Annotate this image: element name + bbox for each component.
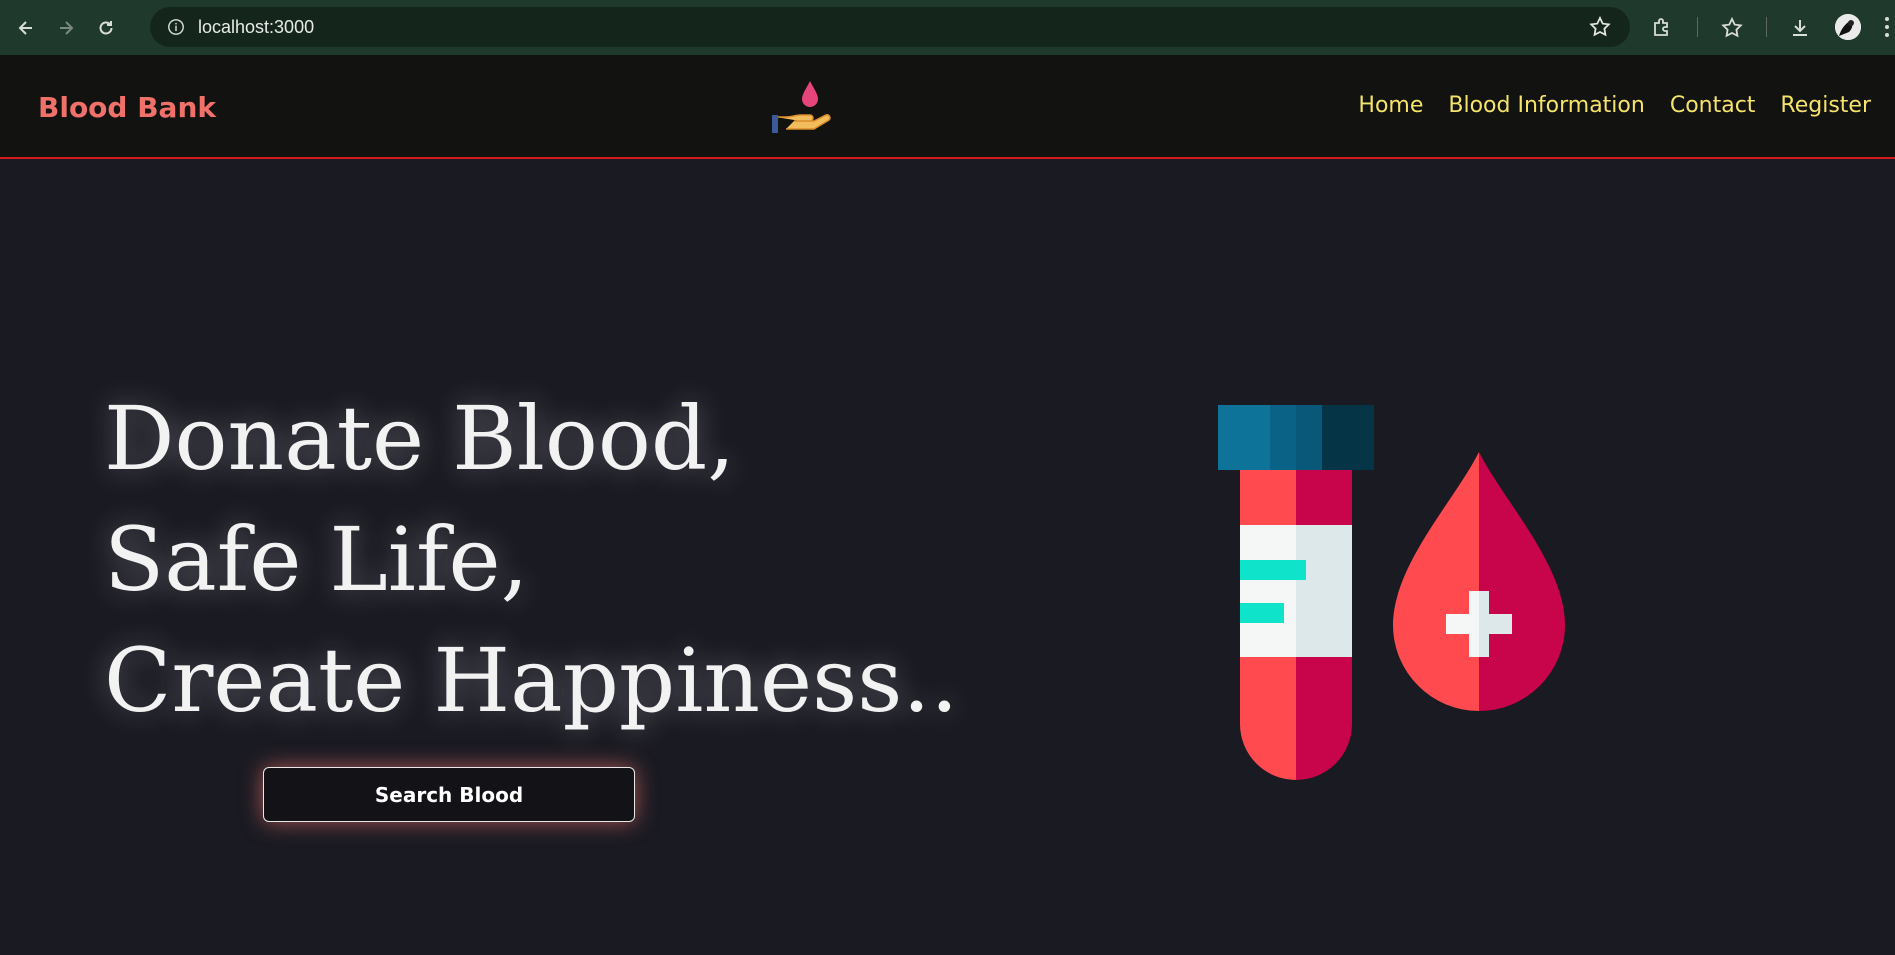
arrow-left-icon xyxy=(18,20,32,35)
bookmark-star-icon[interactable] xyxy=(1588,15,1612,39)
nav-link-blood-information[interactable]: Blood Information xyxy=(1448,93,1644,118)
browser-toolbar: localhost:3000 xyxy=(0,0,1895,55)
brand-title[interactable]: Blood Bank xyxy=(38,91,216,124)
menu-kebab-icon[interactable] xyxy=(1884,16,1890,38)
hero-line-3: Create Happiness.. xyxy=(104,629,959,732)
downloads-button[interactable] xyxy=(1788,13,1812,43)
search-blood-button[interactable]: Search Blood xyxy=(263,767,635,822)
star-list-icon xyxy=(1721,16,1743,38)
extensions-button[interactable] xyxy=(1650,13,1674,43)
back-button[interactable] xyxy=(12,14,40,42)
hero-line-1: Donate Blood, xyxy=(104,387,736,490)
hand-blood-drop-icon xyxy=(772,81,831,133)
hero-line-2: Safe Life, xyxy=(104,508,529,611)
puzzle-icon xyxy=(1654,18,1668,36)
site-info-icon[interactable] xyxy=(164,15,188,39)
profile-avatar[interactable] xyxy=(1835,14,1861,40)
arrow-right-icon xyxy=(60,20,74,35)
reload-button[interactable] xyxy=(92,14,120,42)
toolbar-divider xyxy=(1766,17,1767,37)
blood-test-tube-and-drop-icon xyxy=(1218,405,1565,780)
hero-headline: Donate Blood, Safe Life, Create Happines… xyxy=(104,378,958,741)
nav-link-register[interactable]: Register xyxy=(1780,93,1871,118)
reload-icon xyxy=(99,20,113,34)
toolbar-divider xyxy=(1697,17,1698,37)
site-header: Blood Bank Home Blood Information Contac… xyxy=(0,55,1895,159)
address-bar[interactable]: localhost:3000 xyxy=(150,7,1630,47)
main-nav: Home Blood Information Contact Register xyxy=(1358,93,1871,118)
forward-button[interactable] xyxy=(52,14,80,42)
bookmarks-button[interactable] xyxy=(1720,13,1744,43)
nav-link-contact[interactable]: Contact xyxy=(1670,93,1756,118)
nav-link-home[interactable]: Home xyxy=(1358,93,1423,118)
url-text: localhost:3000 xyxy=(198,16,315,37)
download-icon xyxy=(1793,20,1807,36)
